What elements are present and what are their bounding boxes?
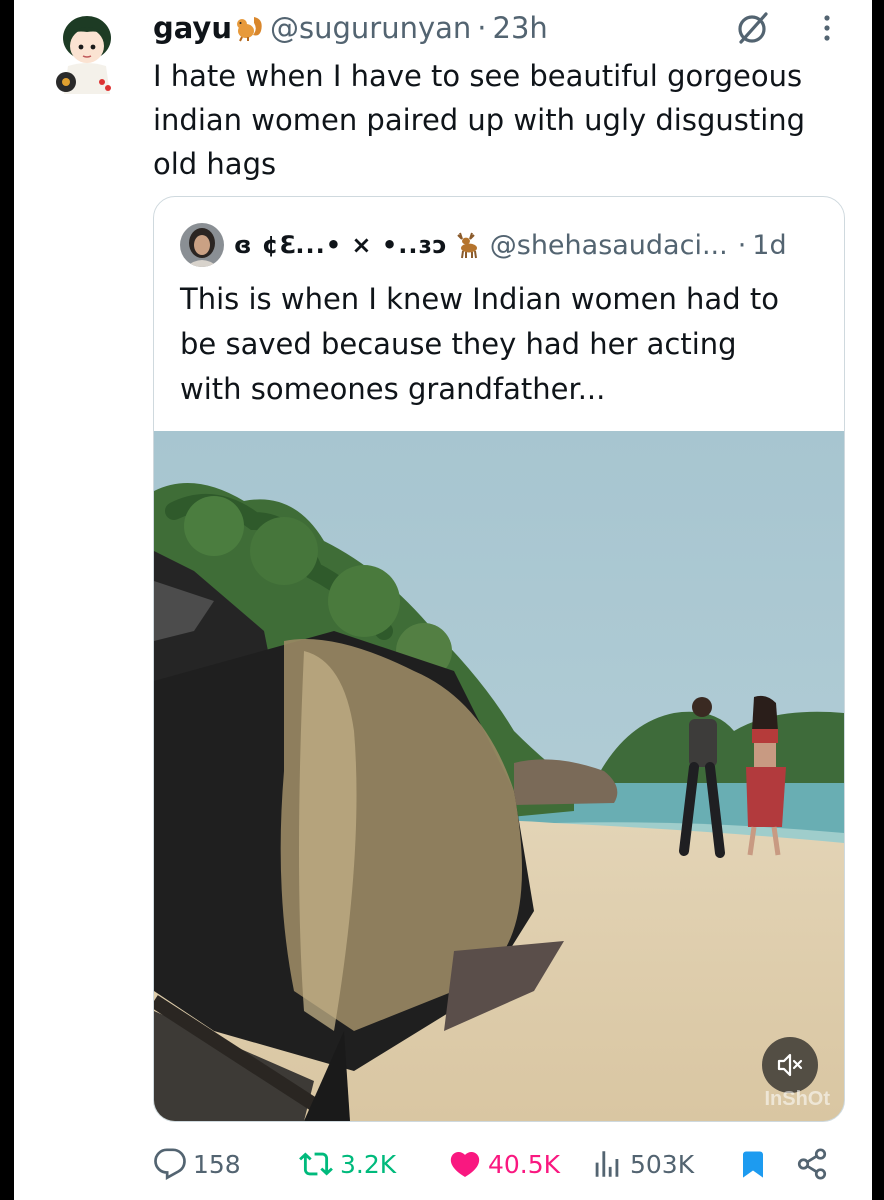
action-bar: 158 3.2K 40.5K 503K [0,1140,884,1190]
retweet-count: 3.2K [340,1149,397,1179]
bookmark-button[interactable] [738,1144,774,1184]
mute-button[interactable] [762,1037,818,1093]
mute-icon [777,1053,803,1077]
quote-header: ɞ ¢ℇ...• × •..ɜɔ @shehasaudaci... · 1d [180,223,787,267]
heart-icon [450,1151,480,1177]
tweet-header: gayu @sugurunyan · 23h [153,8,548,48]
quote-time-separator: · [737,229,747,261]
views-icon [595,1151,619,1177]
grok-icon[interactable] [733,8,773,48]
author-handle[interactable]: @sugurunyan [270,11,471,45]
display-name[interactable]: gayu [153,11,232,45]
video-watermark: InShOt [764,1088,830,1110]
quote-display-name[interactable]: ɞ ¢ℇ...• × •..ɜɔ [234,231,448,259]
more-icon[interactable] [818,10,836,46]
quote-video[interactable]: InShOt [154,431,844,1121]
quoted-tweet[interactable]: ɞ ¢ℇ...• × •..ɜɔ @shehasaudaci... · 1d T… [153,196,845,1122]
retweet-button[interactable]: 3.2K [298,1144,396,1184]
share-icon [797,1148,827,1180]
quote-handle[interactable]: @shehasaudaci... [490,230,728,261]
right-edge [872,0,884,1200]
views-button[interactable]: 503K [590,1144,694,1184]
left-edge [0,0,14,1200]
squirrel-emoji [234,13,264,43]
tweet-time[interactable]: 23h [493,11,548,45]
share-button[interactable] [795,1144,835,1184]
quote-avatar[interactable] [180,223,224,267]
quote-time[interactable]: 1d [752,230,786,261]
tweet-screen: gayu @sugurunyan · 23h I hate when I hav… [0,0,884,1200]
quote-text: This is when I knew Indian women had to … [180,282,779,406]
retweet-icon [299,1152,333,1176]
reply-icon [154,1148,186,1180]
bookmark-icon [743,1151,763,1178]
views-count: 503K [630,1149,695,1179]
author-avatar[interactable] [50,10,124,100]
beach-scene [154,431,844,1121]
deer-emoji [452,230,482,260]
reply-button[interactable]: 158 [153,1144,241,1184]
like-count: 40.5K [488,1149,561,1179]
reply-count: 158 [193,1149,241,1179]
tweet-text: I hate when I have to see beautiful gorg… [153,59,806,181]
time-separator: · [477,11,487,45]
like-button[interactable]: 40.5K [448,1144,560,1184]
